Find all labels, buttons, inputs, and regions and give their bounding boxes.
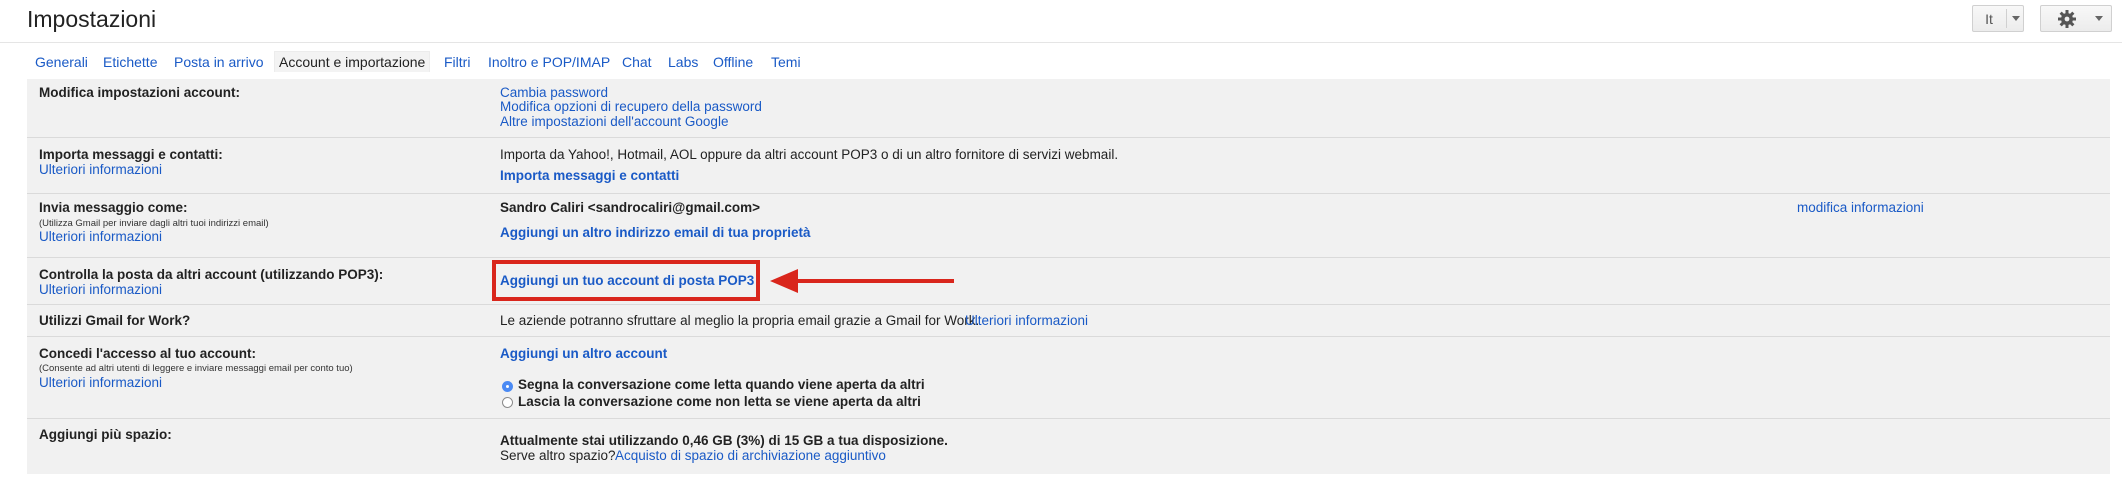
row-divider (27, 336, 2110, 337)
add-another-account-link[interactable]: Aggiungi un altro account (500, 346, 667, 361)
leave-unread-option-label[interactable]: Lascia la conversazione come non letta s… (518, 394, 921, 409)
send-as-label: Invia messaggio come: (39, 200, 188, 215)
tab-filtri[interactable]: Filtri (444, 52, 470, 72)
check-mail-more-info-link[interactable]: Ulteriori informazioni (39, 282, 162, 297)
tab-account-e-importazione[interactable]: Account e importazione (274, 51, 431, 72)
send-as-more-info-link[interactable]: Ulteriori informazioni (39, 229, 162, 244)
page-title: Impostazioni (27, 6, 157, 32)
add-email-address-link[interactable]: Aggiungi un altro indirizzo email di tua… (500, 225, 811, 240)
gear-icon[interactable] (2047, 6, 2087, 31)
for-work-label: Utilizzi Gmail for Work? (39, 313, 191, 328)
tab-offline[interactable]: Offline (713, 52, 753, 72)
import-mail-contacts-link[interactable]: Importa messaggi e contatti (500, 168, 679, 183)
settings-button[interactable] (2040, 5, 2112, 32)
mark-as-read-option-label[interactable]: Segna la conversazione come letta quando… (518, 377, 925, 392)
row-divider (27, 137, 2110, 138)
tab-temi[interactable]: Temi (771, 52, 801, 72)
check-mail-label: Controlla la posta da altri account (uti… (39, 267, 384, 282)
tab-inoltro-pop-imap[interactable]: Inoltro e POP/IMAP (488, 52, 610, 72)
tab-posta-in-arrivo[interactable]: Posta in arrivo (174, 52, 263, 72)
annotation-highlight-box (492, 260, 760, 301)
storage-label: Aggiungi più spazio: (39, 427, 172, 442)
leave-unread-radio[interactable] (502, 397, 513, 408)
buy-storage-link[interactable]: Acquisto di spazio di archiviazione aggi… (615, 448, 886, 463)
annotation-arrow-icon (770, 269, 954, 293)
chevron-down-icon[interactable] (2007, 6, 2024, 31)
header-divider (0, 42, 2122, 43)
for-work-description: Le aziende potranno sfruttare al meglio … (500, 313, 980, 328)
tab-generali[interactable]: Generali (35, 52, 88, 72)
edit-info-link[interactable]: modifica informazioni (1797, 200, 1924, 215)
account-settings-label: Modifica impostazioni account: (39, 85, 241, 100)
row-divider (27, 418, 2110, 419)
google-account-settings-link[interactable]: Altre impostazioni dell'account Google (500, 114, 728, 129)
import-more-info-link[interactable]: Ulteriori informazioni (39, 162, 162, 177)
row-divider (27, 193, 2110, 194)
input-tools-button[interactable]: It (1972, 5, 2024, 32)
row-divider (27, 304, 2110, 305)
input-tool-label[interactable]: It (1973, 6, 2005, 31)
grant-access-more-info-link[interactable]: Ulteriori informazioni (39, 375, 162, 390)
send-as-address: Sandro Caliri <sandrocaliri@gmail.com> (500, 200, 761, 215)
tab-chat[interactable]: Chat (622, 52, 652, 72)
grant-access-label: Concedi l'accesso al tuo account: (39, 346, 257, 361)
send-as-note: (Utilizza Gmail per inviare dagli altri … (39, 218, 269, 229)
password-recovery-link[interactable]: Modifica opzioni di recupero della passw… (500, 99, 762, 114)
mark-as-read-radio[interactable] (502, 381, 513, 392)
import-label: Importa messaggi e contatti: (39, 147, 223, 162)
storage-usage-text: Attualmente stai utilizzando 0,46 GB (3%… (500, 433, 948, 448)
grant-access-note: (Consente ad altri utenti di leggere e i… (39, 363, 353, 374)
import-description: Importa da Yahoo!, Hotmail, AOL oppure d… (500, 147, 1119, 162)
storage-question-text: Serve altro spazio? (500, 448, 616, 463)
change-password-link[interactable]: Cambia password (500, 85, 608, 100)
for-work-more-info-link[interactable]: Ulteriori informazioni (965, 313, 1088, 328)
chevron-down-icon[interactable] (2089, 6, 2109, 31)
tab-etichette[interactable]: Etichette (103, 52, 157, 72)
tab-labs[interactable]: Labs (668, 52, 698, 72)
row-divider (27, 257, 2110, 258)
